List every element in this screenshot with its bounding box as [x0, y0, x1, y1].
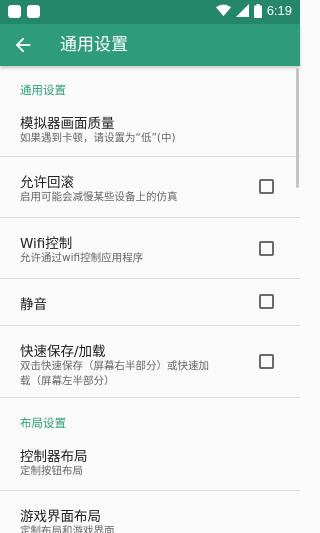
pref-summary-line2: 载（屏幕左半部分） [20, 375, 115, 387]
signal-icon [235, 4, 249, 17]
page-title: 通用设置 [60, 35, 128, 55]
status-time: 6:19 [266, 3, 292, 18]
pref-emulator-quality[interactable]: 模拟器画面质量 如果遇到卡顿，请设置为“低”(中) [0, 102, 300, 156]
settings-list[interactable]: 通用设置 模拟器画面质量 如果遇到卡顿，请设置为“低”(中) 允许回滚 启用可能… [0, 66, 300, 533]
pref-game-ui-layout[interactable]: 游戏界面布局 定制布局和游戏界面 [0, 491, 300, 533]
pref-mute[interactable]: 静音 [0, 279, 300, 325]
pref-quick-save-load[interactable]: 快速保存/加载 双击快速保存（屏幕右半部分）或快速加 载（屏幕左半部分） [0, 326, 300, 396]
pref-title: 控制器布局 [20, 449, 88, 465]
arrow-back-icon[interactable] [12, 34, 34, 56]
pref-title: Wifi控制 [20, 236, 73, 252]
pref-title: 快速保存/加载 [20, 344, 106, 360]
checkbox[interactable] [259, 241, 274, 256]
pref-allow-rewind[interactable]: 允许回滚 启用可能会减慢某些设备上的仿真 [0, 157, 300, 217]
scrollbar[interactable] [296, 68, 299, 188]
wifi-icon [215, 4, 231, 17]
section-header-layout: 布局设置 [20, 416, 66, 430]
pref-wifi-control[interactable]: Wifi控制 允许通过wifi控制应用程序 [0, 218, 300, 278]
pref-title: 允许回滚 [20, 175, 74, 191]
pref-summary: 启用可能会减慢某些设备上的仿真 [20, 191, 178, 203]
pref-summary: 定制布局和游戏界面 [20, 525, 115, 533]
pref-summary: 定制按钮布局 [20, 465, 83, 477]
pref-title: 游戏界面布局 [20, 509, 101, 525]
checkbox[interactable] [259, 354, 274, 369]
pref-title: 模拟器画面质量 [20, 116, 115, 132]
app-bar: 通用设置 [0, 24, 300, 66]
section-header-general: 通用设置 [20, 83, 66, 97]
notification-icon [27, 5, 40, 18]
pref-title: 静音 [20, 297, 47, 313]
checkbox[interactable] [259, 179, 274, 194]
pref-summary-line1: 双击快速保存（屏幕右半部分）或快速加 [20, 360, 209, 372]
divider [0, 397, 300, 398]
checkbox[interactable] [259, 294, 274, 309]
battery-icon [253, 3, 262, 18]
pref-summary: 允许通过wifi控制应用程序 [20, 252, 144, 264]
pref-summary: 如果遇到卡顿，请设置为“低”(中) [20, 132, 176, 144]
pref-controller-layout[interactable]: 控制器布局 定制按钮布局 [0, 434, 300, 488]
status-bar: 6:19 [0, 0, 300, 24]
notification-icon [8, 5, 21, 18]
